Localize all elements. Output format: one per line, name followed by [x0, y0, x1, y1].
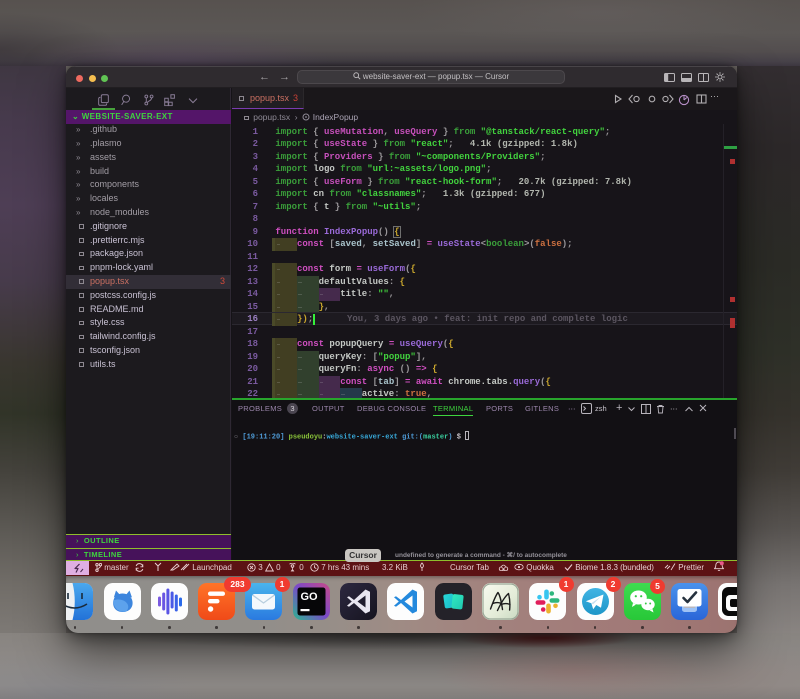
svg-text:GO: GO — [300, 591, 318, 603]
